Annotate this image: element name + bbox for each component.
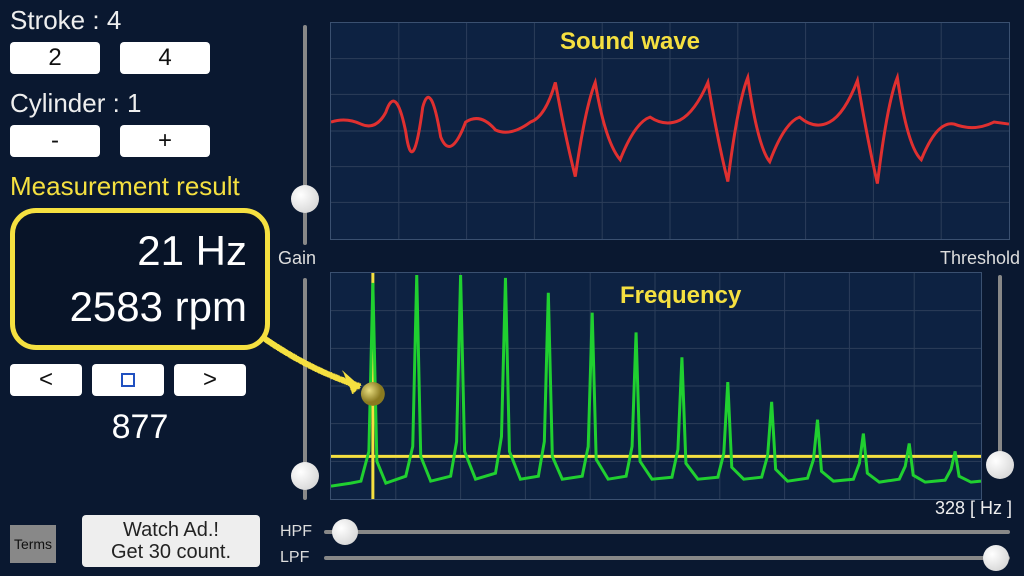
threshold-slider-thumb[interactable] (986, 451, 1014, 479)
threshold-label: Threshold (940, 248, 1020, 269)
hpf-slider[interactable] (324, 520, 1010, 544)
lpf-label: LPF (280, 549, 324, 567)
next-button[interactable]: > (174, 364, 246, 396)
freq-left-slider[interactable] (290, 278, 320, 500)
watch-ad-button[interactable]: Watch Ad.! Get 30 count. (82, 515, 260, 567)
cursor-marker[interactable] (361, 382, 385, 406)
stop-icon (121, 373, 135, 387)
prev-button[interactable]: < (10, 364, 82, 396)
stroke-label: Stroke : 4 (10, 5, 280, 36)
ad-button-label: Watch Ad.! Get 30 count. (111, 519, 231, 563)
stroke-2-button[interactable]: 2 (10, 42, 100, 74)
threshold-slider[interactable] (985, 275, 1015, 475)
cylinder-minus-button[interactable]: - (10, 125, 100, 157)
measurement-rpm: 2583 rpm (33, 283, 247, 331)
freq-left-slider-thumb[interactable] (291, 462, 319, 490)
cylinder-label: Cylinder : 1 (10, 88, 280, 119)
hz-readout: 328 [ Hz ] (935, 498, 1012, 519)
frequency-title: Frequency (620, 282, 741, 310)
measurement-hz: 21 Hz (33, 227, 247, 275)
lpf-slider[interactable] (324, 546, 1010, 570)
stroke-4-button[interactable]: 4 (120, 42, 210, 74)
cylinder-plus-button[interactable]: + (120, 125, 210, 157)
hpf-slider-thumb[interactable] (332, 519, 358, 545)
terms-button[interactable]: Terms (10, 525, 56, 563)
ad-count-value: 877 (10, 408, 270, 447)
gain-label: Gain (278, 248, 316, 269)
lpf-slider-thumb[interactable] (983, 545, 1009, 571)
gain-slider[interactable] (290, 25, 320, 245)
gain-slider-thumb[interactable] (291, 185, 319, 213)
hpf-label: HPF (280, 523, 324, 541)
measurement-result-box: 21 Hz 2583 rpm (10, 208, 270, 350)
sound-wave-title: Sound wave (560, 28, 700, 56)
stop-button[interactable] (92, 364, 164, 396)
measurement-title: Measurement result (10, 171, 280, 202)
